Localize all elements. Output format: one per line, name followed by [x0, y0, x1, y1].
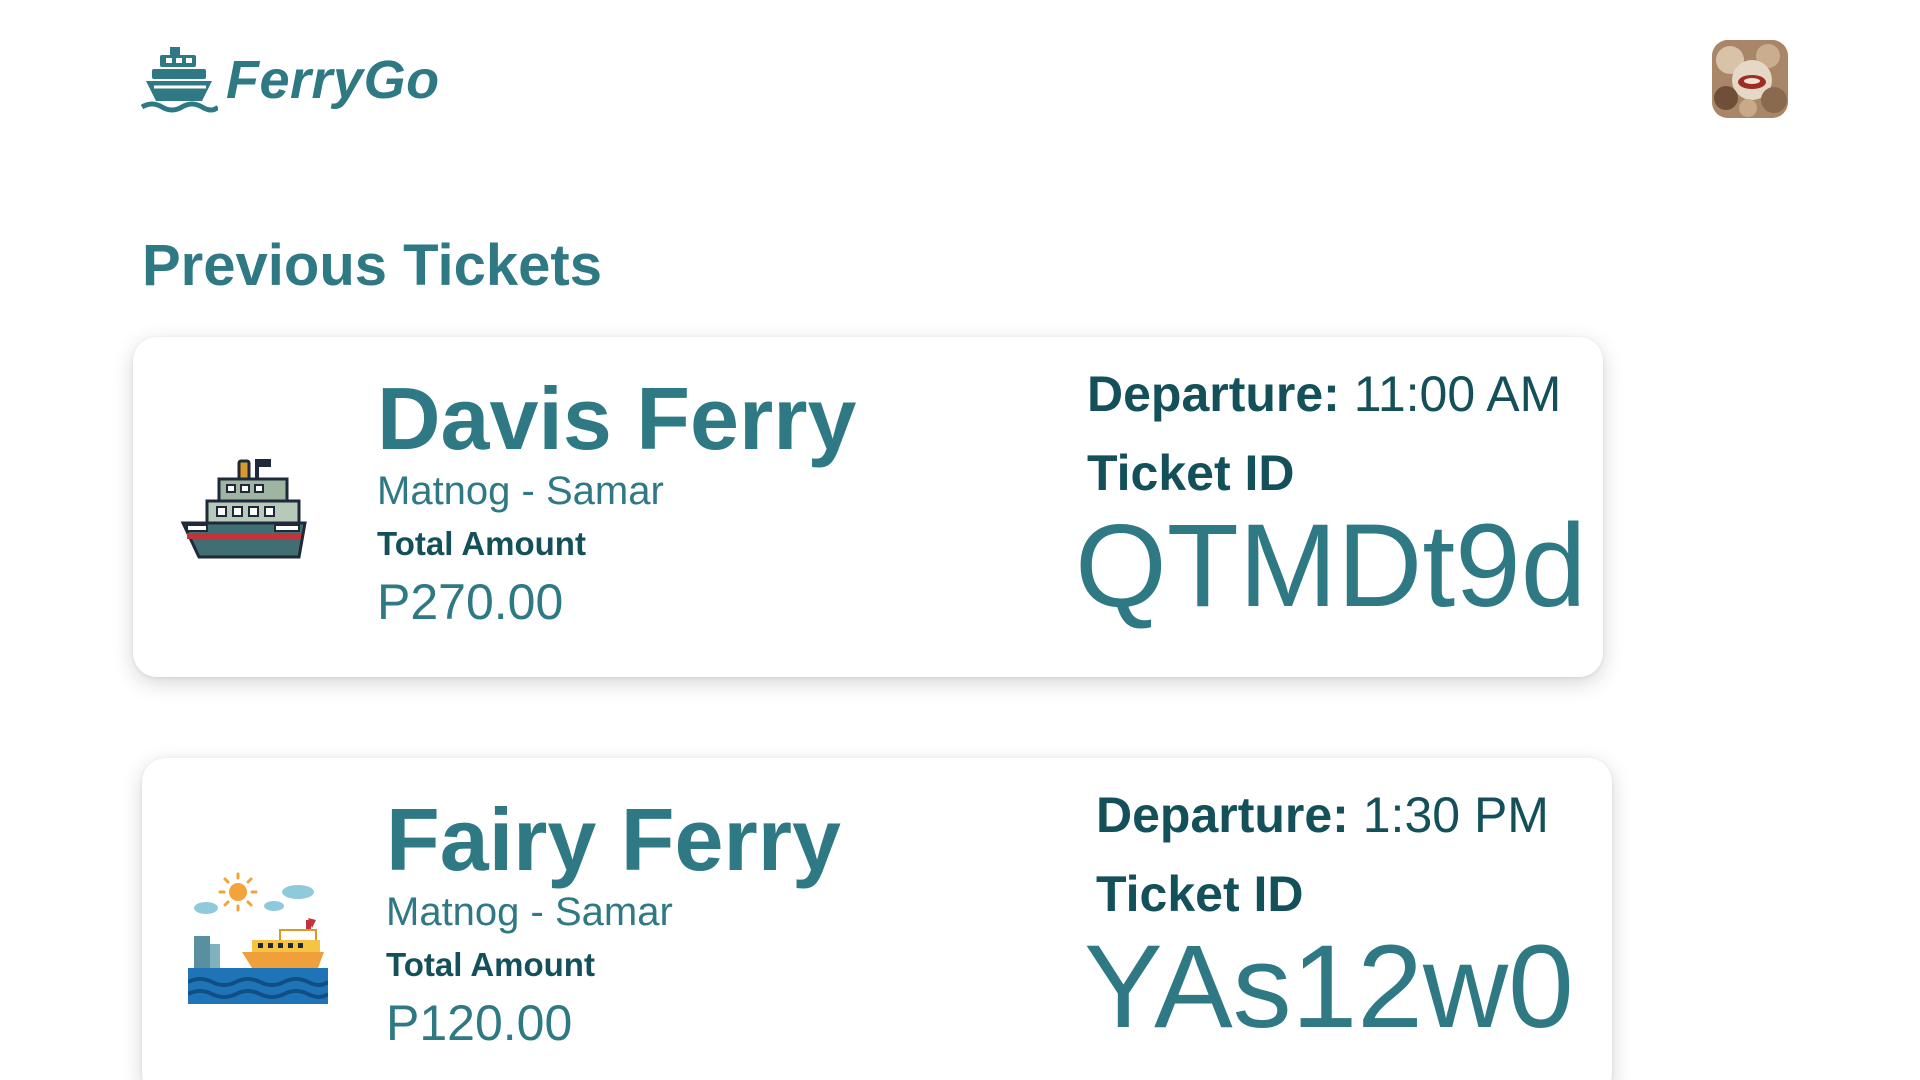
- ferry-name: Davis Ferry: [377, 369, 857, 468]
- ticket-id-value: YAs12w0: [1084, 921, 1574, 1053]
- total-amount-label: Total Amount: [386, 946, 595, 983]
- total-amount-value: P120.00: [386, 995, 573, 1051]
- avatar-image: [1712, 40, 1788, 118]
- route-text: Matnog - Samar: [386, 890, 673, 934]
- departure-info: Departure: 11:00 AM: [1087, 365, 1561, 423]
- ticket-card[interactable]: Fairy Ferry Matnog - Samar Total Amount …: [142, 758, 1612, 1080]
- ferry-ship-icon: [179, 457, 309, 567]
- ticket-id-label: Ticket ID: [1087, 445, 1295, 501]
- total-amount-label: Total Amount: [377, 525, 586, 562]
- page-title: Previous Tickets: [142, 233, 602, 298]
- departure-time: 11:00 AM: [1353, 366, 1562, 422]
- logo[interactable]: FerryGo: [140, 42, 440, 118]
- ticket-id-value: QTMDt9d: [1075, 500, 1587, 632]
- ticket-id-label: Ticket ID: [1096, 866, 1304, 922]
- departure-label: Departure:: [1096, 787, 1349, 843]
- total-amount-value: P270.00: [377, 574, 564, 630]
- user-avatar[interactable]: [1712, 40, 1788, 118]
- ferry-name: Fairy Ferry: [386, 790, 841, 889]
- route-text: Matnog - Samar: [377, 469, 664, 513]
- cruise-ship-sea-icon: [188, 872, 328, 1004]
- departure-info: Departure: 1:30 PM: [1096, 786, 1549, 844]
- ship-logo-icon: [140, 47, 218, 113]
- page: FerryGo Previous Tickets Davis Ferry Mat…: [0, 0, 1920, 1080]
- ticket-card[interactable]: Davis Ferry Matnog - Samar Total Amount …: [133, 337, 1603, 677]
- logo-text: FerryGo: [226, 50, 440, 110]
- departure-label: Departure:: [1087, 366, 1340, 422]
- departure-time: 1:30 PM: [1362, 787, 1549, 843]
